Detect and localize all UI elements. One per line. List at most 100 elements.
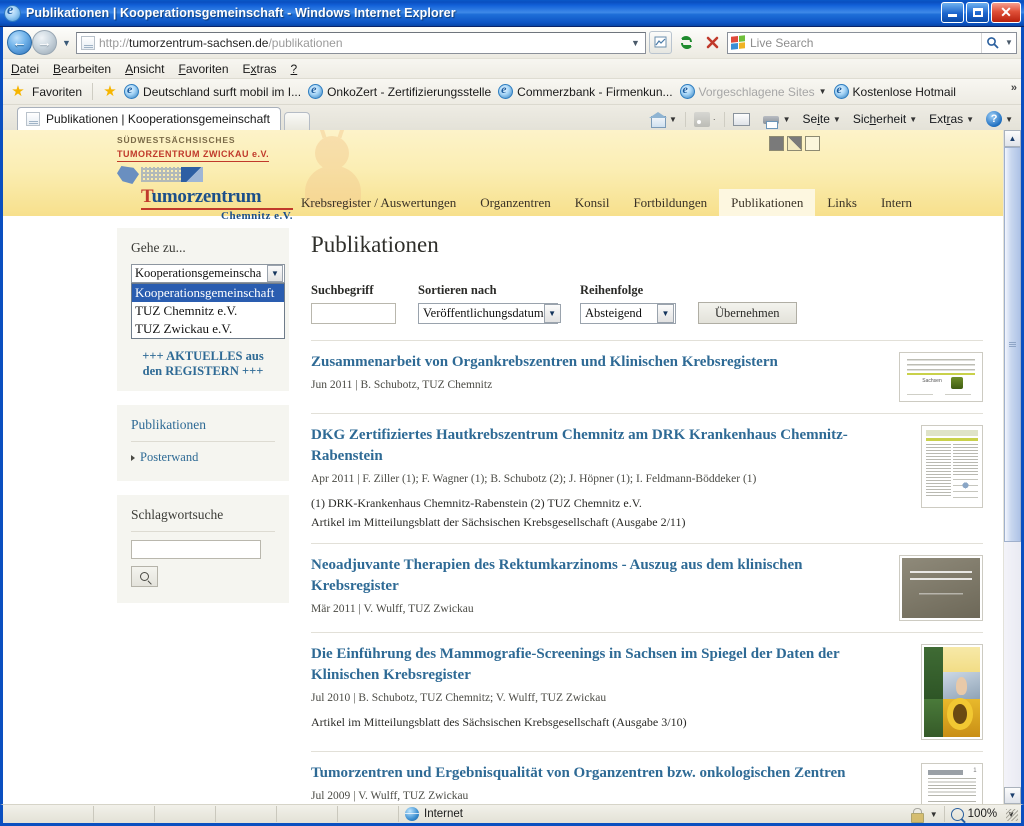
favorite-link-5[interactable]: Kostenlose Hotmail: [833, 82, 956, 99]
goto-option-tuz-zwickau[interactable]: TUZ Zwickau e.V.: [132, 320, 284, 338]
goto-select-options[interactable]: Kooperationsgemeinschaft TUZ Chemnitz e.…: [131, 283, 285, 339]
publication-thumbnail[interactable]: [899, 555, 983, 621]
protected-mode-indicator[interactable]: ▼: [904, 805, 944, 823]
compatibility-view-icon[interactable]: [649, 31, 672, 54]
menu-item-ansicht[interactable]: Ansicht: [125, 62, 164, 76]
search-go-icon[interactable]: [981, 32, 1003, 53]
publication-thumbnail[interactable]: [921, 425, 983, 508]
favorites-star-icon[interactable]: ★: [11, 84, 25, 99]
site-icon: [124, 82, 140, 99]
contrast-light-button[interactable]: [805, 136, 820, 151]
page-viewport: SÜDWESTSÄCHSISCHES TUMORZENTRUM ZWICKAU …: [0, 130, 1024, 804]
window-resize-grip[interactable]: [1006, 809, 1018, 821]
new-tab-button[interactable]: [283, 112, 310, 130]
goto-select[interactable]: Kooperationsgemeinscha ▼ Kooperationsgem…: [131, 264, 285, 339]
menu-item-favoriten[interactable]: Favoriten: [178, 62, 228, 76]
scroll-up-button[interactable]: ▲: [1004, 130, 1021, 147]
nav-item-organzentren[interactable]: Organzentren: [468, 189, 563, 216]
favorite-link-1[interactable]: Deutschland surft mobil im I...: [124, 82, 301, 99]
publication-title[interactable]: Tumorzentren und Ergebnisqualität von Or…: [311, 763, 909, 784]
forward-button[interactable]: →: [32, 30, 57, 55]
menu-item-extras[interactable]: Extras: [243, 62, 277, 76]
history-dropdown-icon[interactable]: ▼: [60, 32, 73, 54]
status-bar: Internet ▼ 100% ▼: [0, 804, 1024, 826]
chevron-down-icon[interactable]: ▼: [267, 265, 283, 282]
maximize-button[interactable]: [966, 2, 989, 23]
site-logo[interactable]: SÜDWESTSÄCHSISCHES TUMORZENTRUM ZWICKAU …: [117, 135, 317, 222]
print-button[interactable]: ▼: [758, 111, 795, 129]
aktuelles-link[interactable]: +++ AKTUELLES aus den REGISTERN +++: [131, 349, 275, 379]
filter-search-input[interactable]: [311, 303, 396, 324]
chevron-down-icon[interactable]: ▼: [543, 304, 561, 323]
mail-button[interactable]: [729, 112, 754, 127]
logo-brand-sub: Chemnitz e.V.: [221, 210, 293, 222]
tools-menu-button[interactable]: Extras ▼: [925, 111, 978, 127]
zoom-icon: [950, 807, 964, 821]
nav-item-fortbildungen[interactable]: Fortbildungen: [621, 189, 719, 216]
home-button[interactable]: ▼: [645, 111, 681, 128]
menu-item-bearbeiten[interactable]: Bearbeiten: [53, 62, 111, 76]
favorites-button-label[interactable]: Favoriten: [32, 85, 82, 99]
publication-title[interactable]: DKG Zertifiziertes Hautkrebszentrum Chem…: [311, 425, 909, 467]
schlagwort-input[interactable]: [131, 540, 261, 559]
browser-chrome: ← → ▼ http://tumorzentrum-sachsen.de/pub…: [0, 27, 1024, 130]
stop-icon[interactable]: [701, 31, 724, 54]
status-pane-2: [94, 805, 154, 823]
rss-icon: [693, 111, 710, 127]
scrollbar-thumb[interactable]: [1004, 147, 1021, 542]
favorites-overflow-icon[interactable]: »: [1011, 82, 1017, 94]
publikationen-panel-title[interactable]: Publikationen: [131, 417, 275, 433]
favorite-link-2[interactable]: OnkoZert - Zertifizierungsstelle: [308, 82, 491, 99]
publication-title[interactable]: Neoadjuvante Therapien des Rektumkarzino…: [311, 555, 887, 597]
logo-line-2: TUMORZENTRUM ZWICKAU e.V.: [117, 149, 270, 162]
page-menu-button[interactable]: Seite ▼: [799, 111, 845, 127]
security-zone[interactable]: Internet: [399, 805, 469, 823]
chevron-down-icon: ▼: [1005, 114, 1013, 124]
contrast-invert-button[interactable]: [787, 136, 802, 151]
publication-thumbnail[interactable]: [921, 644, 983, 740]
favorite-link-3[interactable]: Commerzbank - Firmenkun...: [498, 82, 673, 99]
nav-item-konsil[interactable]: Konsil: [563, 189, 622, 216]
feeds-button[interactable]: ·: [690, 111, 720, 128]
apply-filter-button[interactable]: Übernehmen: [698, 302, 797, 324]
page-scrollbar[interactable]: ▲ ▼: [1003, 130, 1021, 804]
suggested-sites-button[interactable]: Vorgeschlagene Sites ▼: [679, 82, 827, 99]
filter-spacer: [698, 282, 797, 297]
goto-option-kooperationsgemeinschaft[interactable]: Kooperationsgemeinschaft: [132, 284, 284, 302]
search-input[interactable]: Live Search ▼: [727, 31, 1017, 54]
contrast-dark-button[interactable]: [769, 136, 784, 151]
publication-thumbnail[interactable]: 1: [921, 763, 983, 804]
publication-thumbnail[interactable]: Sachsen: [899, 352, 983, 402]
publication-title[interactable]: Zusammenarbeit von Organkrebszentren und…: [311, 352, 887, 373]
logo-line-1: SÜDWESTSÄCHSISCHES: [117, 135, 236, 145]
nav-item-publikationen[interactable]: Publikationen: [719, 189, 816, 216]
scroll-down-button[interactable]: ▼: [1004, 787, 1021, 804]
safety-menu-button[interactable]: Sicherheit ▼: [849, 111, 921, 127]
nav-item-krebsregister[interactable]: Krebsregister / Auswertungen: [289, 189, 468, 216]
scrollbar-track[interactable]: [1004, 147, 1021, 787]
goto-select-display[interactable]: Kooperationsgemeinscha ▼: [131, 264, 285, 283]
schlagwort-search-button[interactable]: [131, 566, 158, 587]
nav-item-links[interactable]: Links: [815, 189, 869, 216]
goto-option-tuz-chemnitz[interactable]: TUZ Chemnitz e.V.: [132, 302, 284, 320]
tab-publikationen[interactable]: Publikationen | Kooperationsgemeinschaft: [17, 107, 281, 130]
search-options-icon[interactable]: ▼: [1003, 33, 1015, 53]
refresh-icon[interactable]: [675, 31, 698, 54]
add-to-favorites-bar-icon[interactable]: ★: [103, 84, 117, 99]
menu-item-datei[interactable]: Datei: [11, 62, 39, 76]
address-input[interactable]: http://tumorzentrum-sachsen.de/publikati…: [76, 31, 646, 54]
close-button[interactable]: ✕: [991, 2, 1021, 23]
menu-item-help[interactable]: ?: [291, 62, 298, 76]
filter-sort-select[interactable]: Veröffentlichungsdatum ▼: [418, 303, 561, 324]
filter-order-select[interactable]: Absteigend ▼: [580, 303, 676, 324]
menu-bar: Datei Bearbeiten Ansicht Favoriten Extra…: [3, 58, 1021, 78]
minimize-button[interactable]: [941, 2, 964, 23]
back-button[interactable]: ←: [7, 30, 32, 55]
address-dropdown-icon[interactable]: ▼: [628, 33, 643, 53]
nav-item-intern[interactable]: Intern: [869, 189, 924, 216]
chevron-down-icon[interactable]: ▼: [657, 304, 674, 323]
sidebar-link-posterwand[interactable]: Posterwand: [131, 450, 275, 465]
security-zone-label: Internet: [424, 808, 463, 820]
help-menu-button[interactable]: ? ▼: [982, 110, 1017, 128]
publication-title[interactable]: Die Einführung des Mammografie-Screening…: [311, 644, 909, 686]
